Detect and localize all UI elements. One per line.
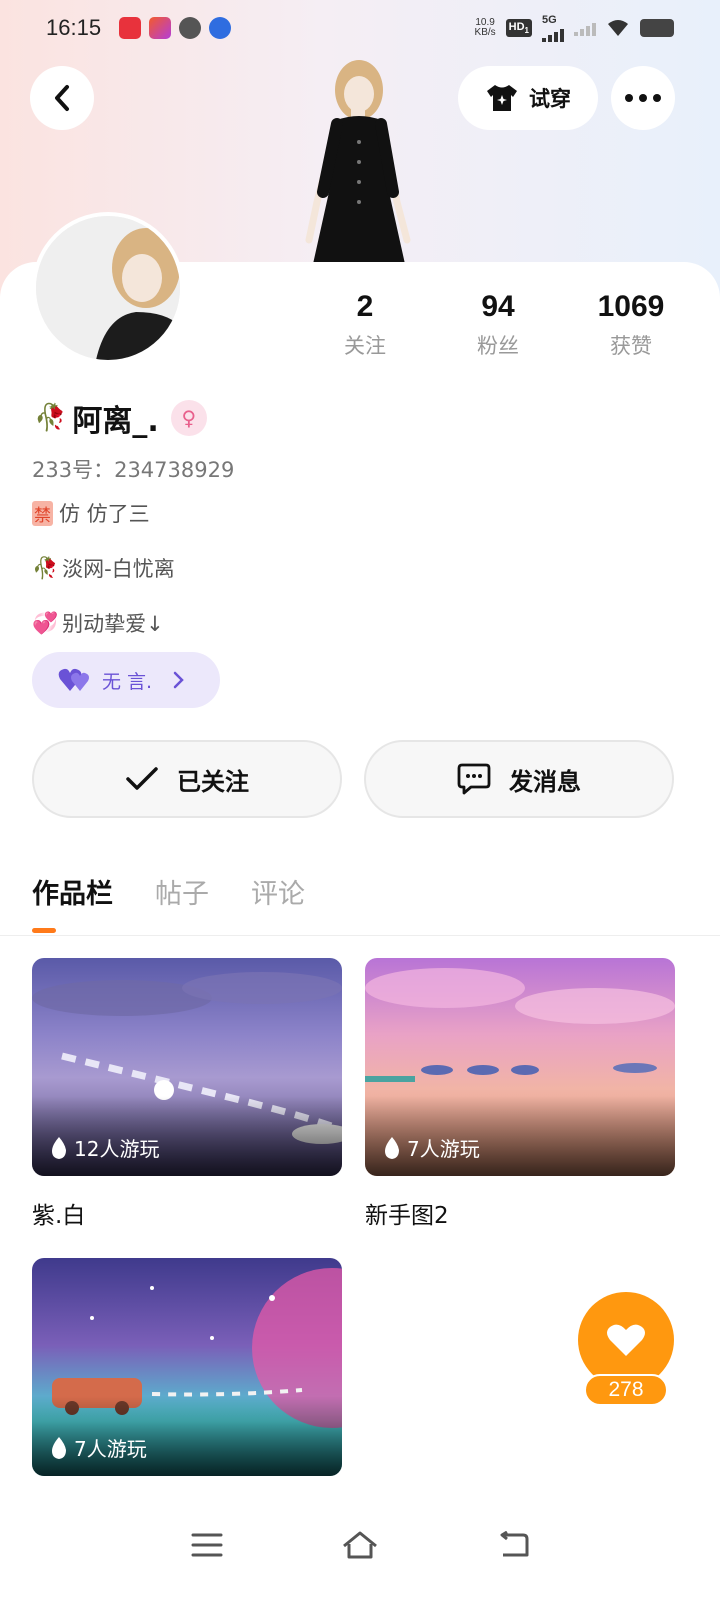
app-notification-icon xyxy=(119,17,142,39)
avatar-image xyxy=(36,216,180,360)
back-nav-icon[interactable] xyxy=(497,1531,529,1559)
play-count: 12人游玩 xyxy=(50,1133,159,1162)
back-button[interactable] xyxy=(30,66,94,130)
game-thumbnail: 7人游玩 xyxy=(32,1258,342,1476)
game-card[interactable]: 7人游玩 xyxy=(32,1258,342,1476)
status-bar: 16:15 10.9 KB/s HD1 5G xyxy=(0,0,720,56)
check-icon xyxy=(126,767,158,790)
chevron-right-icon xyxy=(173,671,184,689)
user-id: 233号：234738929 xyxy=(32,458,235,482)
game-title: 新手图2 xyxy=(365,1203,449,1229)
female-icon: ♀ xyxy=(170,400,207,436)
flame-icon xyxy=(52,1136,66,1159)
more-dots-icon xyxy=(625,94,661,102)
following-button[interactable]: 已关注 xyxy=(32,740,342,818)
status-app-icons xyxy=(119,17,232,39)
stat-likes[interactable]: 1069 获赞 xyxy=(571,290,691,360)
divider xyxy=(0,935,720,936)
game-card[interactable]: 12人游玩 紫.白 xyxy=(32,958,342,1230)
battery-icon xyxy=(640,19,674,37)
signal-type: 5G xyxy=(542,14,557,26)
stat-followers[interactable]: 94 粉丝 xyxy=(438,290,558,360)
tab-posts[interactable]: 帖子 xyxy=(155,872,209,911)
group-label: 无 言. xyxy=(102,670,153,693)
avatar-3d-figure xyxy=(305,60,411,264)
signal-icon-secondary xyxy=(574,20,596,36)
tab-comments[interactable]: 评论 xyxy=(251,872,305,911)
signal-icon xyxy=(542,26,564,42)
tryon-label: 试穿 xyxy=(529,87,571,111)
wifi-icon xyxy=(608,20,628,36)
tab-works[interactable]: 作品栏 xyxy=(32,872,113,911)
bio-line: 🥀 淡网-白忧离 xyxy=(32,555,175,582)
heart-icon xyxy=(607,1324,645,1356)
double-heart-icon xyxy=(58,668,89,691)
username: 阿离_. xyxy=(72,404,159,439)
like-count: 278 xyxy=(584,1374,668,1406)
hd-icon: HD1 xyxy=(505,18,532,38)
stat-following[interactable]: 2 关注 xyxy=(305,290,425,360)
network-speed: 10.9 KB/s xyxy=(474,17,496,38)
name-emoji: 🥀 xyxy=(34,403,67,433)
bio-line: 禁 仿 仿了三 xyxy=(32,500,150,526)
app-notification-icon xyxy=(149,17,172,39)
menu-icon[interactable] xyxy=(191,1532,223,1558)
play-count: 7人游玩 xyxy=(383,1133,480,1162)
content-tabs: 作品栏 帖子 评论 xyxy=(32,872,305,911)
ban-tag: 禁 xyxy=(32,500,53,526)
stat-label: 获赞 xyxy=(610,334,652,358)
bio-line: 💞 别动挚爱↓ xyxy=(32,610,164,637)
more-button[interactable] xyxy=(611,66,675,130)
game-thumbnail: 12人游玩 xyxy=(32,958,342,1176)
play-count: 7人游玩 xyxy=(50,1433,147,1462)
flame-icon xyxy=(385,1136,399,1159)
tryon-button[interactable]: 试穿 xyxy=(458,66,598,130)
stat-label: 粉丝 xyxy=(477,334,519,358)
game-card[interactable]: 7人游玩 新手图2 xyxy=(365,958,675,1230)
avatar[interactable] xyxy=(32,212,184,364)
cat-app-icon xyxy=(179,17,202,39)
stat-value: 1069 xyxy=(597,290,665,323)
flame-icon xyxy=(52,1436,66,1459)
chat-icon xyxy=(457,763,491,795)
game-thumbnail: 7人游玩 xyxy=(365,958,675,1176)
shirt-icon xyxy=(487,85,517,111)
following-label: 已关注 xyxy=(177,767,249,796)
game-title: 紫.白 xyxy=(32,1203,86,1229)
stat-value: 94 xyxy=(481,290,515,323)
status-time: 16:15 xyxy=(46,15,102,40)
paw-app-icon xyxy=(209,17,232,39)
username-row: 🥀 阿离_. ♀ xyxy=(34,396,207,440)
message-button[interactable]: 发消息 xyxy=(364,740,674,818)
stat-value: 2 xyxy=(356,290,374,323)
home-icon[interactable] xyxy=(341,1530,379,1560)
stat-label: 关注 xyxy=(344,334,386,358)
system-nav-bar xyxy=(0,1490,720,1600)
message-label: 发消息 xyxy=(509,767,581,796)
tab-indicator xyxy=(32,928,56,933)
group-pill[interactable]: 无 言. xyxy=(32,652,220,708)
chevron-left-icon xyxy=(55,85,69,111)
